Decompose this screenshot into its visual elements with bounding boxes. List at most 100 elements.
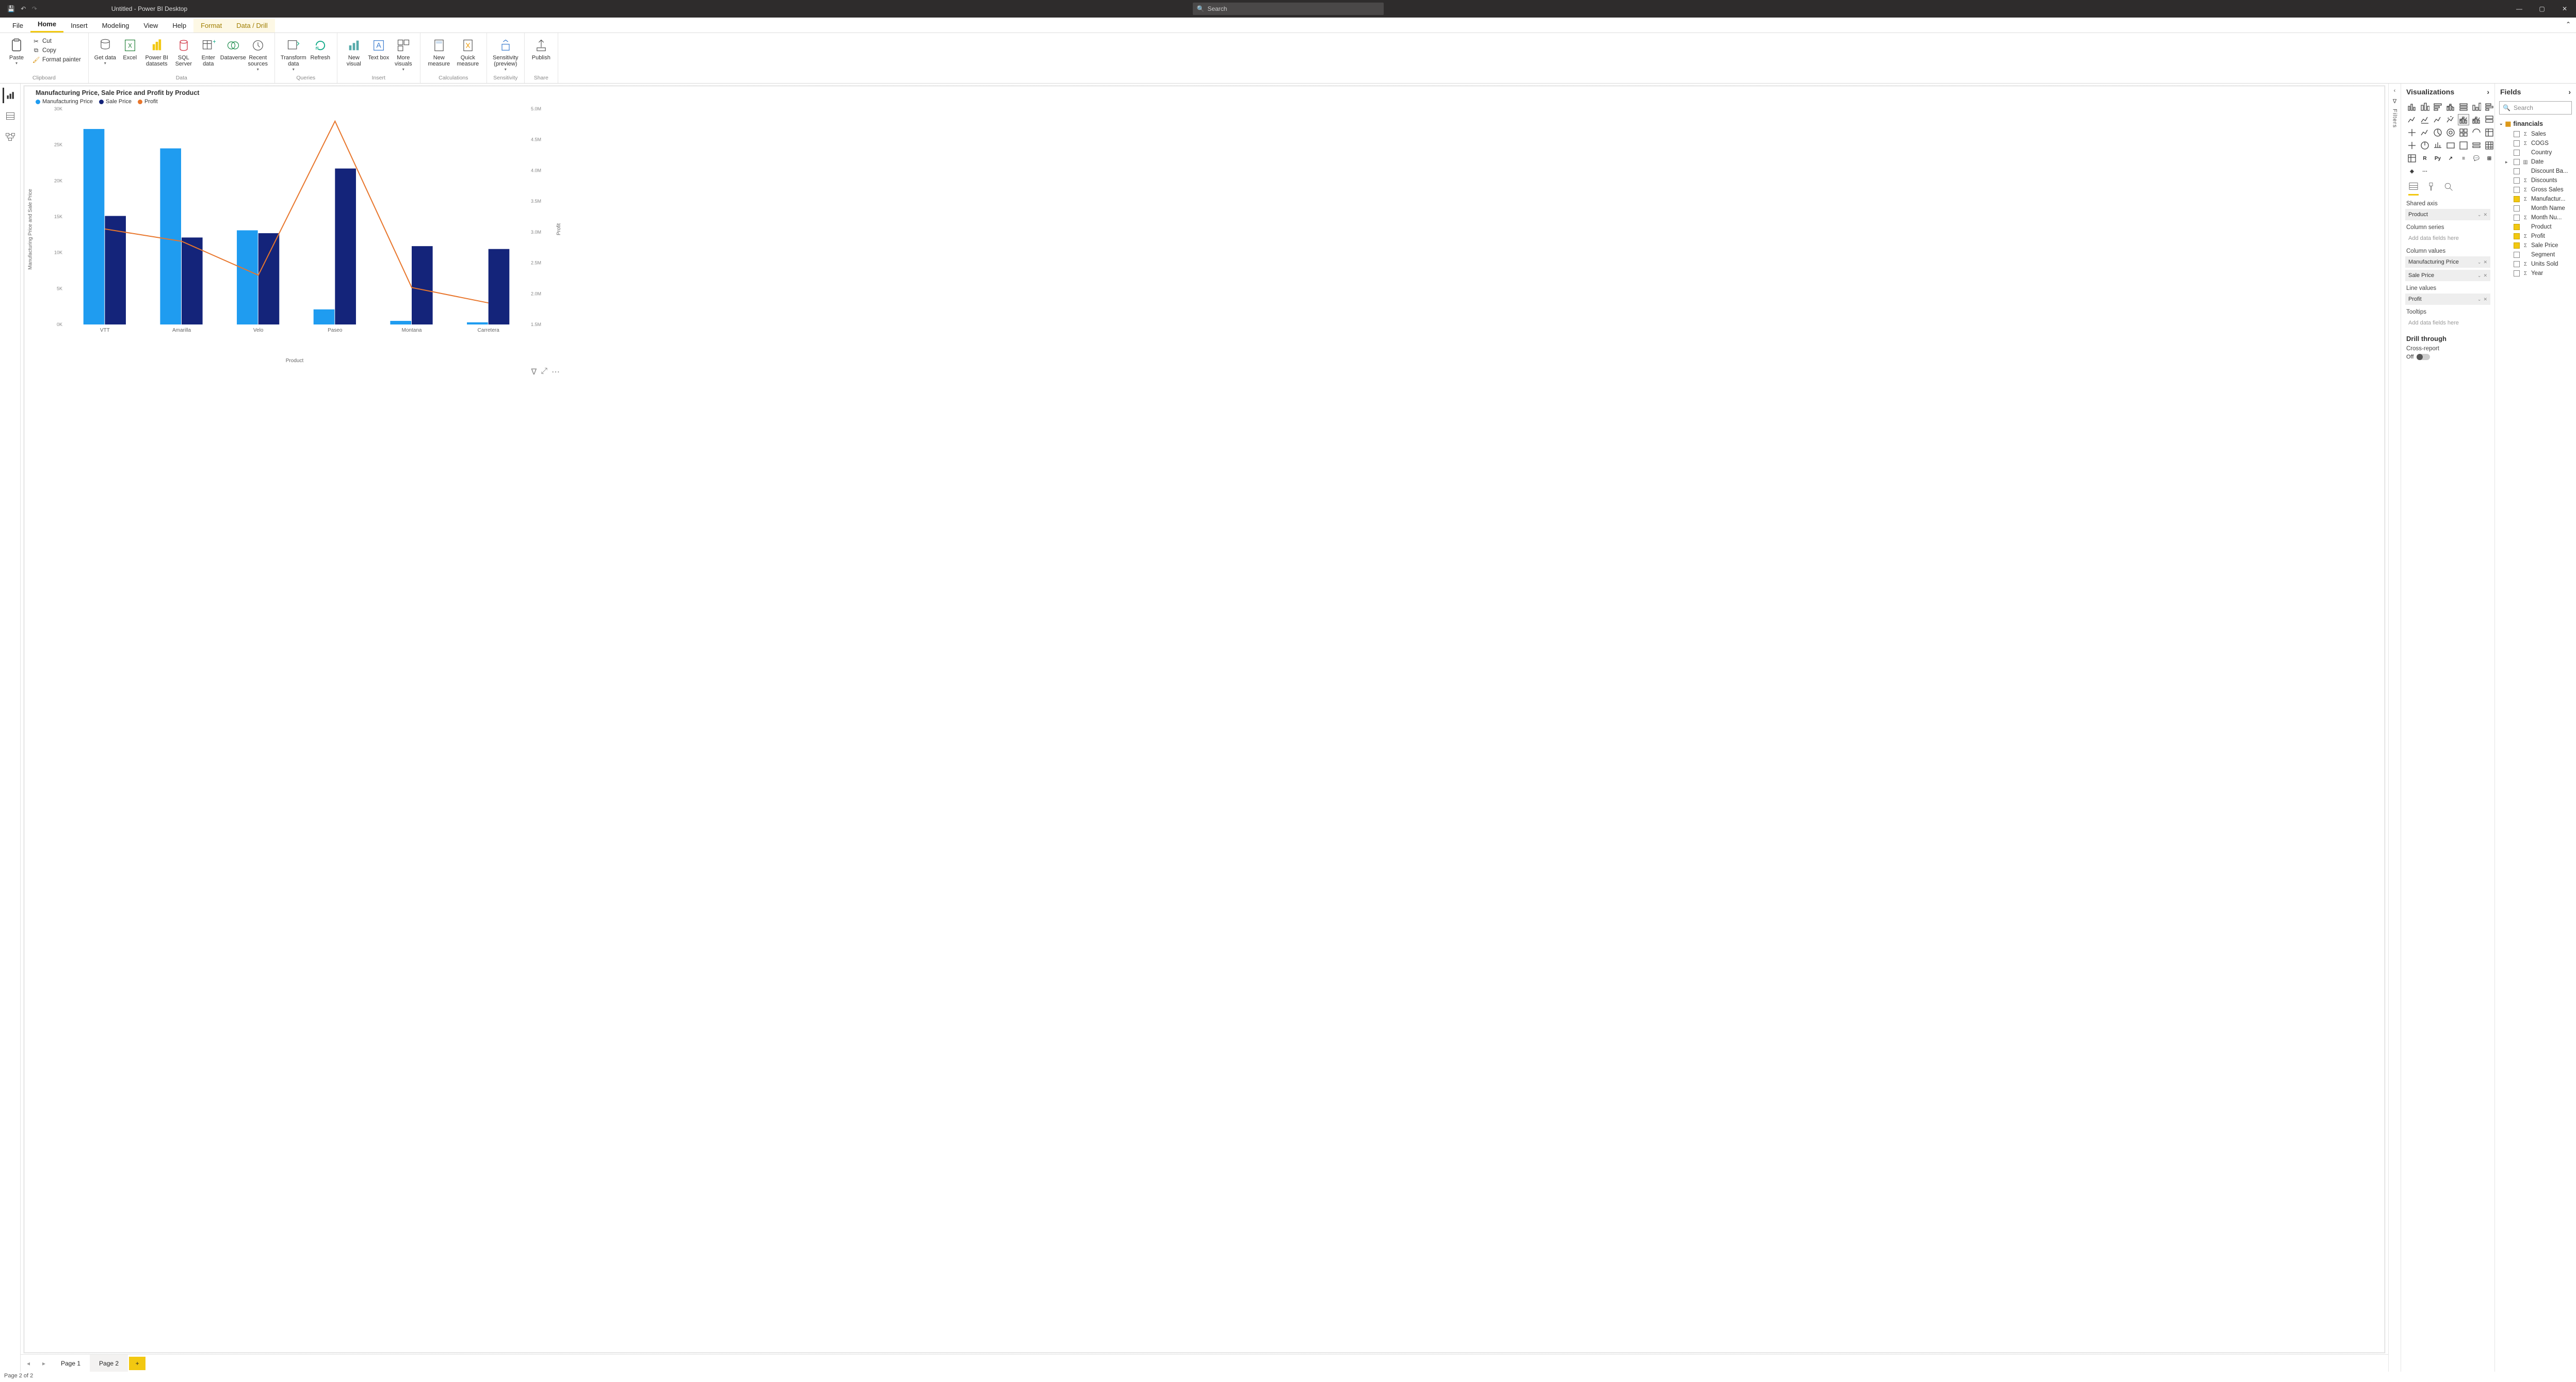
- field-row[interactable]: ΣMonth Nu...: [2495, 213, 2576, 222]
- viz-type-icon[interactable]: [2484, 101, 2495, 112]
- field-checkbox[interactable]: [2514, 233, 2520, 239]
- excel-button[interactable]: XExcel: [118, 35, 142, 63]
- field-row[interactable]: Segment: [2495, 250, 2576, 259]
- viz-type-icon[interactable]: [2484, 140, 2495, 151]
- sensitivity-button[interactable]: Sensitivity (preview)▾: [491, 35, 520, 74]
- field-row[interactable]: Country: [2495, 148, 2576, 157]
- format-painter-button[interactable]: 🖌Format painter: [32, 56, 81, 64]
- field-checkbox[interactable]: [2514, 140, 2520, 147]
- fields-header[interactable]: Fields ›: [2495, 84, 2576, 100]
- field-row[interactable]: ΣUnits Sold: [2495, 259, 2576, 269]
- viz-type-icon[interactable]: [2471, 140, 2482, 151]
- tab-file[interactable]: File: [5, 19, 30, 32]
- well-tooltips[interactable]: Add data fields here: [2405, 317, 2490, 329]
- viz-type-icon[interactable]: [2419, 140, 2431, 151]
- viz-type-icon[interactable]: Py: [2432, 153, 2443, 164]
- viz-type-icon[interactable]: [2419, 127, 2431, 138]
- viz-type-icon[interactable]: [2432, 101, 2443, 112]
- filters-pane-collapsed[interactable]: ‹ ∇ Filters: [2388, 84, 2401, 1372]
- tab-data-drill[interactable]: Data / Drill: [229, 19, 275, 32]
- collapse-pane-icon[interactable]: ›: [2568, 88, 2571, 96]
- viz-type-icon[interactable]: [2471, 101, 2482, 112]
- viz-type-icon[interactable]: [2445, 140, 2456, 151]
- field-checkbox[interactable]: [2514, 177, 2520, 184]
- field-row[interactable]: ΣSale Price: [2495, 241, 2576, 250]
- remove-field-icon[interactable]: ✕: [2483, 212, 2487, 218]
- report-canvas[interactable]: Manufacturing Price, Sale Price and Prof…: [21, 84, 2388, 1372]
- tab-modeling[interactable]: Modeling: [95, 19, 137, 32]
- chevron-down-icon[interactable]: ⌄: [2477, 297, 2482, 302]
- viz-type-icon[interactable]: [2406, 140, 2418, 151]
- viz-type-icon[interactable]: [2406, 101, 2418, 112]
- viz-type-icon[interactable]: [2458, 127, 2469, 138]
- field-row[interactable]: ΣYear: [2495, 269, 2576, 278]
- more-options-icon[interactable]: ⋯: [552, 367, 560, 377]
- field-checkbox[interactable]: [2514, 159, 2520, 165]
- collapse-ribbon-icon[interactable]: ⌃: [2566, 21, 2571, 28]
- field-checkbox[interactable]: [2514, 252, 2520, 258]
- viz-type-icon[interactable]: [2406, 114, 2418, 125]
- undo-icon[interactable]: ↶: [19, 5, 28, 12]
- chevron-right-icon[interactable]: ▸: [2505, 159, 2510, 165]
- cross-report-toggle[interactable]: Off: [2401, 352, 2494, 362]
- viz-type-icon[interactable]: R: [2419, 153, 2431, 164]
- viz-type-icon[interactable]: [2484, 114, 2495, 125]
- table-financials-header[interactable]: ⌄ ▦ financials: [2495, 118, 2576, 129]
- field-checkbox[interactable]: [2514, 150, 2520, 156]
- field-row[interactable]: ΣGross Sales: [2495, 185, 2576, 194]
- minimize-button[interactable]: —: [2508, 0, 2531, 18]
- tab-home[interactable]: Home: [30, 17, 63, 32]
- save-icon[interactable]: 💾: [5, 5, 17, 12]
- get-data-button[interactable]: Get data▾: [93, 35, 118, 68]
- copy-button[interactable]: ⧉Copy: [32, 46, 81, 55]
- viz-type-icon[interactable]: 💬: [2471, 153, 2482, 164]
- page-tab-1[interactable]: Page 1: [52, 1355, 90, 1372]
- combo-chart-visual[interactable]: Manufacturing Price, Sale Price and Prof…: [26, 88, 563, 365]
- viz-type-icon[interactable]: ↗: [2445, 153, 2456, 164]
- field-checkbox[interactable]: [2514, 205, 2520, 212]
- tab-view[interactable]: View: [136, 19, 165, 32]
- field-checkbox[interactable]: [2514, 131, 2520, 137]
- viz-type-icon[interactable]: ◈: [2406, 166, 2418, 177]
- close-button[interactable]: ✕: [2553, 0, 2576, 18]
- remove-field-icon[interactable]: ✕: [2483, 297, 2487, 302]
- collapse-pane-icon[interactable]: ›: [2487, 88, 2489, 96]
- viz-type-icon[interactable]: [2471, 127, 2482, 138]
- field-row[interactable]: ΣCOGS: [2495, 139, 2576, 148]
- focus-mode-icon[interactable]: ⤢: [541, 367, 547, 377]
- field-row[interactable]: ▸▥Date: [2495, 157, 2576, 167]
- refresh-button[interactable]: Refresh: [308, 35, 333, 63]
- viz-type-icon[interactable]: ≡: [2458, 153, 2469, 164]
- field-row[interactable]: Month Name: [2495, 204, 2576, 213]
- remove-field-icon[interactable]: ✕: [2483, 259, 2487, 265]
- visualizations-header[interactable]: Visualizations ›: [2401, 84, 2494, 100]
- chevron-down-icon[interactable]: ⌄: [2477, 259, 2482, 265]
- enter-data-button[interactable]: +Enter data: [196, 35, 221, 69]
- text-box-button[interactable]: AText box: [366, 35, 391, 63]
- well-column-value-sale[interactable]: Sale Price⌄✕: [2405, 270, 2490, 281]
- remove-field-icon[interactable]: ✕: [2483, 273, 2487, 279]
- field-checkbox[interactable]: [2514, 242, 2520, 249]
- expand-filters-icon[interactable]: ‹: [2394, 88, 2396, 94]
- viz-type-icon[interactable]: ⊞: [2484, 153, 2495, 164]
- field-checkbox[interactable]: [2514, 187, 2520, 193]
- add-page-button[interactable]: +: [129, 1357, 145, 1370]
- viz-type-icon[interactable]: [2445, 101, 2456, 112]
- data-view-button[interactable]: [3, 108, 18, 124]
- well-shared-axis[interactable]: Product⌄✕: [2405, 209, 2490, 220]
- publish-button[interactable]: Publish: [529, 35, 554, 63]
- viz-type-icon[interactable]: [2484, 127, 2495, 138]
- well-column-value-mfg[interactable]: Manufacturing Price⌄✕: [2405, 256, 2490, 268]
- field-row[interactable]: ΣDiscounts: [2495, 176, 2576, 185]
- paste-button[interactable]: Paste ▾: [4, 35, 29, 68]
- field-checkbox[interactable]: [2514, 261, 2520, 267]
- viz-type-icon[interactable]: [2432, 140, 2443, 151]
- tab-help[interactable]: Help: [165, 19, 193, 32]
- visual-filter-icon[interactable]: ∇: [531, 367, 537, 377]
- page-prev-button[interactable]: ◂: [22, 1357, 35, 1370]
- viz-type-icon[interactable]: [2432, 127, 2443, 138]
- more-visuals-button[interactable]: More visuals▾: [391, 35, 416, 74]
- field-checkbox[interactable]: [2514, 224, 2520, 230]
- viz-type-icon[interactable]: [2406, 153, 2418, 164]
- report-view-button[interactable]: [3, 88, 18, 103]
